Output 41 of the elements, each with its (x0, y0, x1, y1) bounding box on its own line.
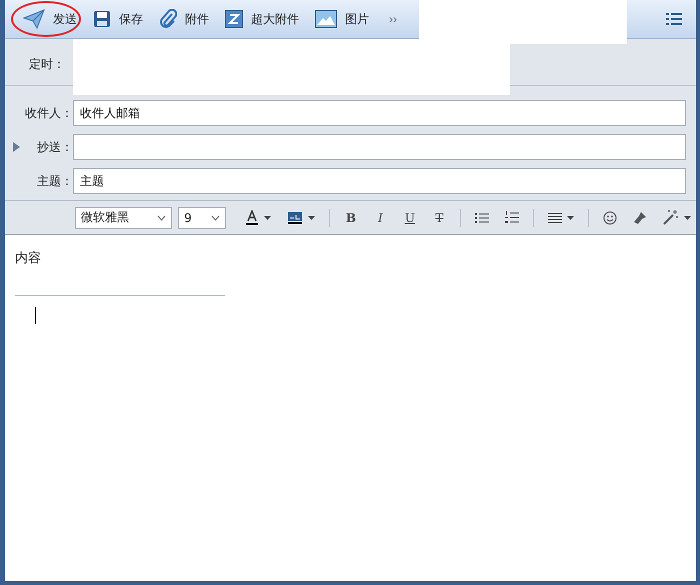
field-label: 主题： (37, 172, 73, 190)
highlight-icon[interactable] (287, 210, 304, 224)
schedule-label: 定时： (28, 56, 65, 73)
paperclip-icon (159, 9, 177, 29)
mountain-picture-icon (315, 10, 337, 28)
caret-icon[interactable] (684, 216, 692, 220)
field-label: 收件人： (25, 104, 73, 122)
align-icon[interactable] (548, 212, 562, 224)
more-button[interactable]: ›› (381, 12, 405, 26)
expand-triangle-icon[interactable] (12, 142, 20, 152)
chevron-down-icon[interactable] (211, 214, 220, 220)
z-box-icon (225, 10, 243, 28)
magic-wand-icon[interactable] (663, 210, 680, 225)
format-button[interactable]: T (428, 210, 452, 224)
smiley-icon[interactable] (603, 210, 618, 224)
toolbar-button[interactable]: 超大附件 (217, 4, 307, 34)
field-label: 抄送： (37, 138, 73, 156)
format-button[interactable]: U (398, 210, 422, 224)
input-field[interactable]: 收件人邮箱 (73, 100, 686, 126)
caret-icon[interactable] (264, 216, 272, 220)
caret-icon[interactable] (308, 216, 316, 220)
text-cursor (35, 307, 36, 324)
font-select[interactable]: 微软雅黑 (75, 206, 172, 228)
toolbar-button[interactable]: 图片 (307, 4, 377, 34)
size-select[interactable]: 9 (178, 206, 226, 228)
toolbar-button[interactable]: 附件 (151, 4, 217, 34)
input-field[interactable] (73, 134, 686, 160)
format-button[interactable]: I (368, 210, 392, 224)
toolbar-button[interactable]: 保存 (85, 4, 151, 34)
menu-icon[interactable] (666, 12, 682, 26)
font-color-icon[interactable] (245, 210, 260, 226)
toolbar-button[interactable]: 发送 (15, 4, 85, 34)
paper-plane-icon (23, 9, 45, 29)
format-button[interactable]: B (339, 210, 363, 224)
chevron-down-icon[interactable] (157, 214, 166, 220)
brush-icon[interactable] (633, 210, 648, 224)
body-text: 内容 (15, 250, 42, 267)
numbered-list-icon[interactable] (505, 211, 520, 224)
bullet-list-icon[interactable] (475, 212, 490, 224)
input-field[interactable]: 主题 (73, 168, 686, 194)
caret-icon[interactable] (567, 216, 574, 220)
